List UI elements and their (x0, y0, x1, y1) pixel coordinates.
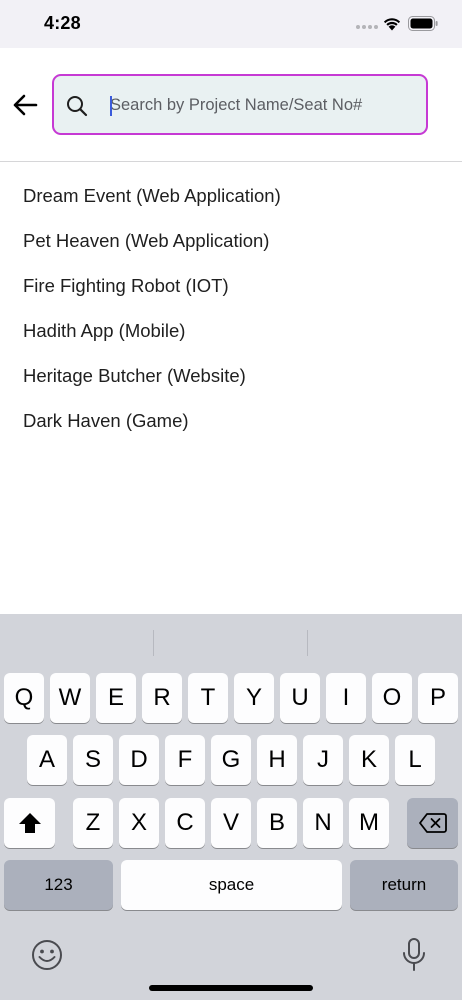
return-key[interactable]: return (350, 860, 458, 910)
project-item[interactable]: Hadith App (Mobile) (0, 308, 462, 353)
search-box[interactable] (52, 74, 428, 135)
key-e[interactable]: E (96, 673, 136, 723)
key-n[interactable]: N (303, 798, 343, 848)
key-j[interactable]: J (303, 735, 343, 785)
key-c[interactable]: C (165, 798, 205, 848)
backspace-icon (418, 813, 447, 833)
key-z[interactable]: Z (73, 798, 113, 848)
project-item[interactable]: Dark Haven (Game) (0, 398, 462, 443)
search-input[interactable] (110, 86, 410, 124)
key-o[interactable]: O (372, 673, 412, 723)
key-q[interactable]: Q (4, 673, 44, 723)
numbers-key[interactable]: 123 (4, 860, 113, 910)
search-header (0, 48, 462, 162)
battery-icon (408, 16, 438, 31)
key-d[interactable]: D (119, 735, 159, 785)
shift-key[interactable] (4, 798, 55, 848)
arrow-left-icon (13, 94, 38, 116)
key-f[interactable]: F (165, 735, 205, 785)
search-icon (67, 96, 88, 117)
key-v[interactable]: V (211, 798, 251, 848)
key-r[interactable]: R (142, 673, 182, 723)
keyboard: Q W E R T Y U I O P A S D F G H J K L Z … (0, 614, 462, 1000)
key-m[interactable]: M (349, 798, 389, 848)
key-t[interactable]: T (188, 673, 228, 723)
project-item[interactable]: Pet Heaven (Web Application) (0, 218, 462, 263)
text-cursor (110, 96, 112, 116)
key-x[interactable]: X (119, 798, 159, 848)
delete-key[interactable] (407, 798, 458, 848)
microphone-icon (403, 938, 425, 971)
emoji-button[interactable] (29, 937, 65, 973)
key-s[interactable]: S (73, 735, 113, 785)
emoji-icon (32, 940, 62, 970)
key-g[interactable]: G (211, 735, 251, 785)
status-bar: 4:28 (0, 0, 462, 48)
key-y[interactable]: Y (234, 673, 274, 723)
space-key[interactable]: space (121, 860, 342, 910)
back-button[interactable] (10, 90, 40, 120)
key-i[interactable]: I (326, 673, 366, 723)
key-w[interactable]: W (50, 673, 90, 723)
key-b[interactable]: B (257, 798, 297, 848)
dictation-button[interactable] (396, 937, 432, 973)
key-l[interactable]: L (395, 735, 435, 785)
project-item[interactable]: Dream Event (Web Application) (0, 173, 462, 218)
project-item[interactable]: Heritage Butcher (Website) (0, 353, 462, 398)
project-list: Dream Event (Web Application) Pet Heaven… (0, 173, 462, 443)
key-k[interactable]: K (349, 735, 389, 785)
key-h[interactable]: H (257, 735, 297, 785)
status-time: 4:28 (44, 13, 81, 33)
signal-icon (356, 25, 378, 31)
suggestion-divider (153, 630, 154, 656)
wifi-icon (383, 18, 401, 31)
home-indicator[interactable] (149, 985, 313, 991)
key-a[interactable]: A (27, 735, 67, 785)
key-u[interactable]: U (280, 673, 320, 723)
project-item[interactable]: Fire Fighting Robot (IOT) (0, 263, 462, 308)
suggestion-divider (307, 630, 308, 656)
key-p[interactable]: P (418, 673, 458, 723)
shift-icon (18, 813, 41, 833)
